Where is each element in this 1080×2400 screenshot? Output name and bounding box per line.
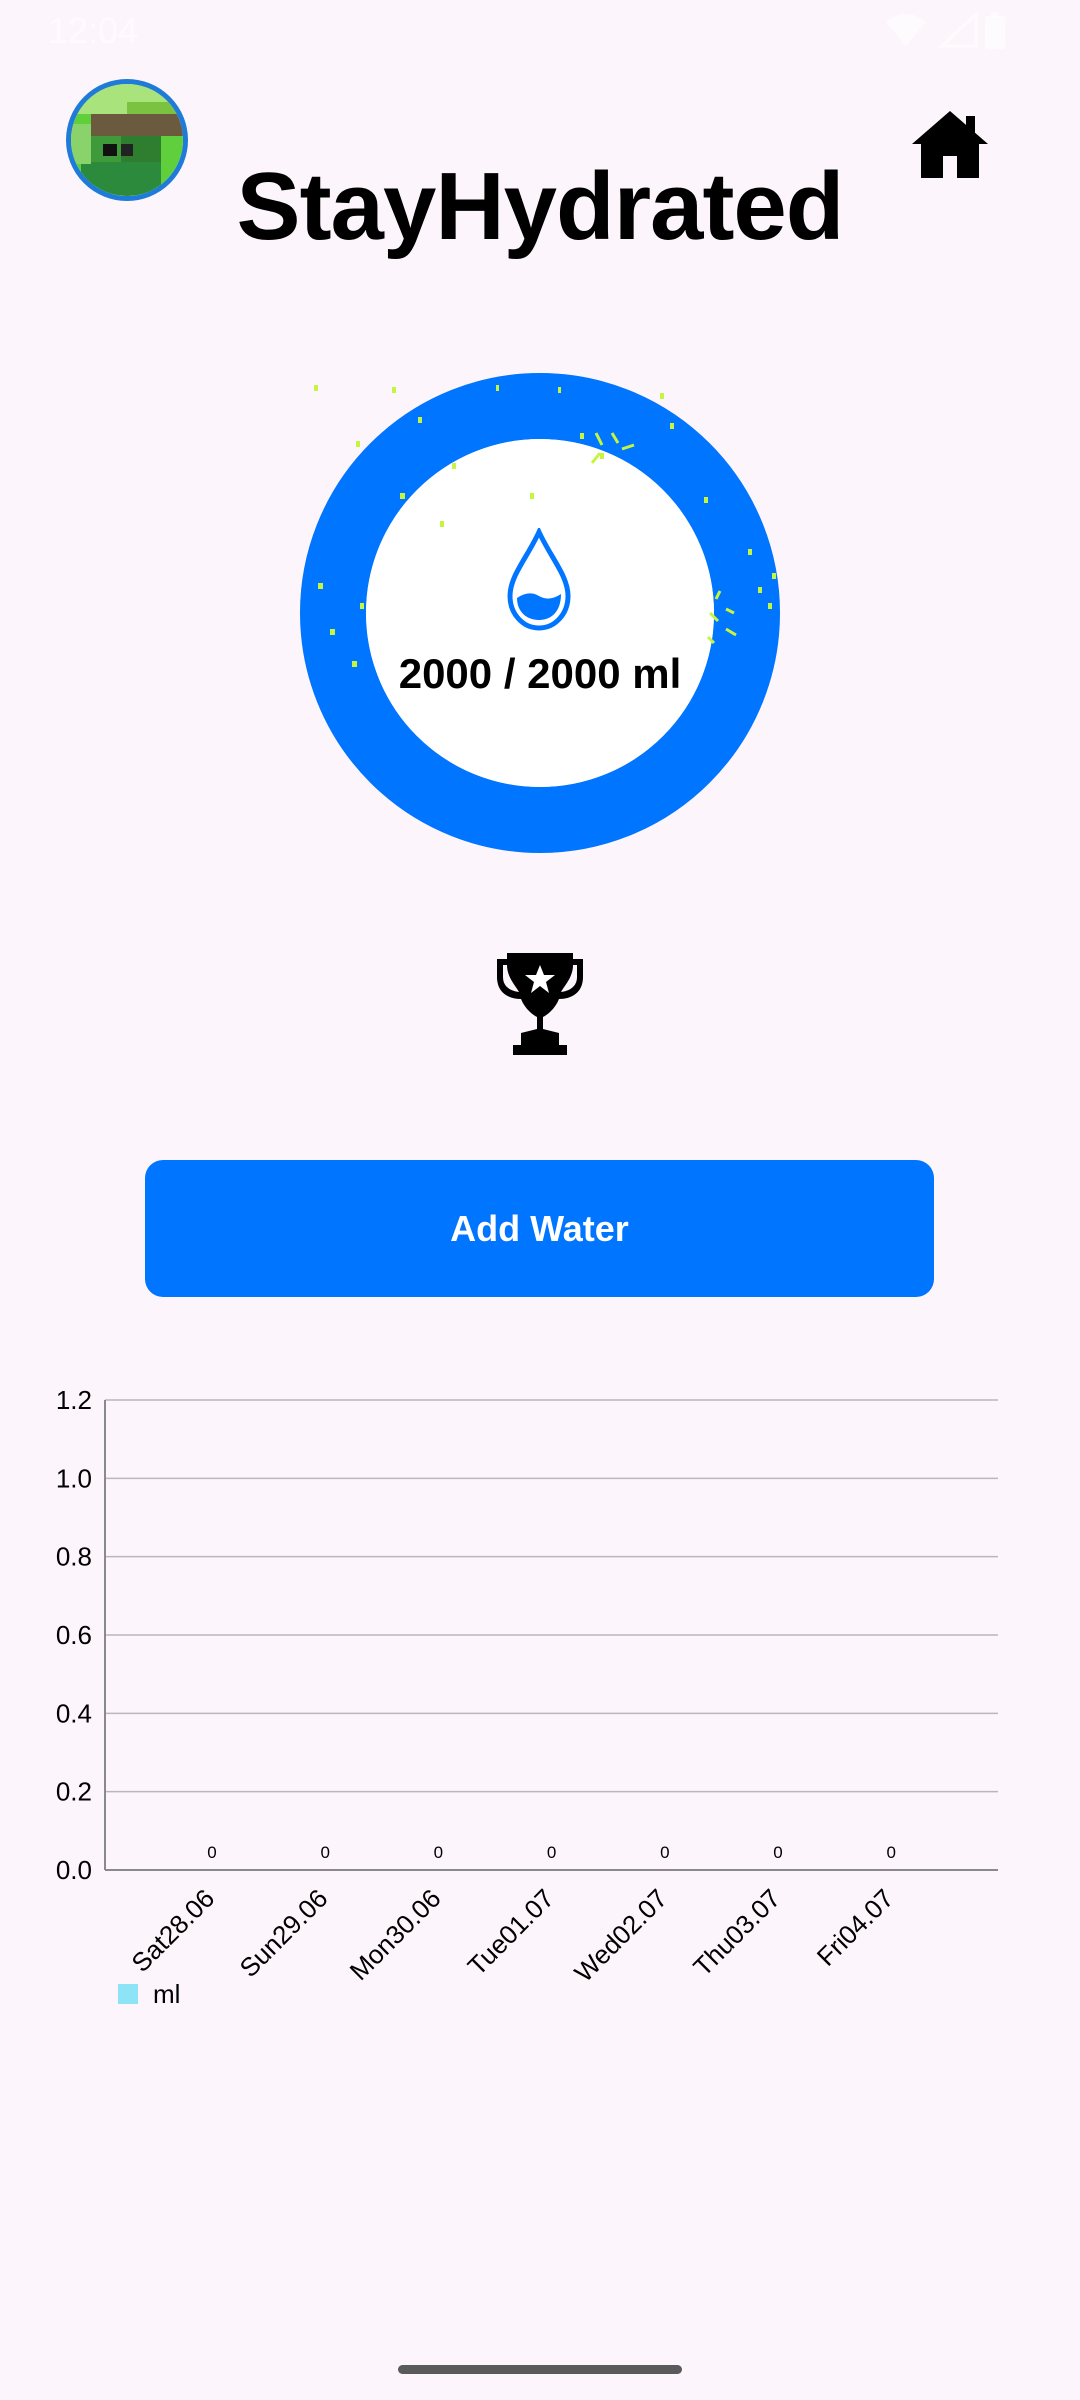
legend-label: ml <box>153 1978 181 2009</box>
bar-value-label: 0 <box>773 1843 782 1862</box>
water-drop-icon <box>507 528 571 631</box>
progress-text: 2000 / 2000 ml <box>398 650 682 697</box>
x-tick-label: Fri04.07 <box>811 1883 900 1972</box>
battery-icon <box>985 12 1005 49</box>
weekly-bar-chart: 0.0 0.2 0.4 0.6 0.8 1.0 1.2 0 Sat28.06 0 Sun29.06 0… <box>56 1385 998 1988</box>
bar-value-label: 0 <box>660 1843 669 1862</box>
x-tick-label: Sun29.06 <box>234 1883 334 1983</box>
home-icon[interactable] <box>910 108 990 180</box>
x-tick-label: Wed02.07 <box>568 1883 673 1988</box>
x-tick-label: Mon30.06 <box>344 1883 447 1986</box>
x-tick-label: Tue01.07 <box>462 1883 560 1981</box>
status-bar: 12:04 <box>0 0 1080 62</box>
status-time: 12:04 <box>48 10 139 51</box>
chart-legend: ml <box>118 1978 180 2010</box>
trophy-icon <box>497 953 583 1055</box>
y-tick-label: 1.2 <box>56 1385 92 1415</box>
legend-swatch <box>118 1984 138 2004</box>
bar-value-label: 0 <box>547 1843 556 1862</box>
x-tick-label: Thu03.07 <box>687 1883 786 1982</box>
bar-value-label: 0 <box>434 1843 443 1862</box>
bar-value-label: 0 <box>886 1843 895 1862</box>
signal-icon <box>938 12 978 48</box>
bar-value-label: 0 <box>320 1843 329 1862</box>
y-tick-label: 1.0 <box>56 1463 92 1493</box>
y-tick-label: 0.2 <box>56 1777 92 1807</box>
add-water-button[interactable]: Add Water <box>145 1160 934 1297</box>
y-tick-label: 0.8 <box>56 1542 92 1572</box>
x-tick-label: Sat28.06 <box>125 1883 220 1978</box>
wifi-icon <box>886 14 926 46</box>
y-tick-label: 0.0 <box>56 1855 92 1885</box>
bar-value-label: 0 <box>207 1843 216 1862</box>
y-tick-label: 0.4 <box>56 1698 92 1728</box>
y-tick-label: 0.6 <box>56 1620 92 1650</box>
gesture-nav-handle[interactable] <box>398 2365 682 2374</box>
